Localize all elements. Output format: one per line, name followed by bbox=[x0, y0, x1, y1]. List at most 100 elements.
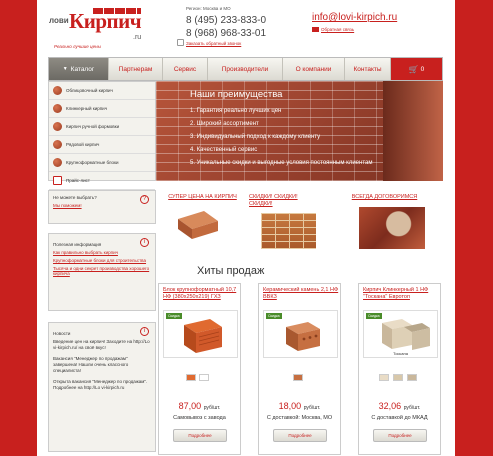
logo-kirpich: Кирпич bbox=[69, 9, 142, 33]
product-image[interactable]: Скидка bbox=[163, 310, 238, 358]
product-label: Тоскана bbox=[393, 351, 408, 356]
cart-button[interactable]: 🛒 0 bbox=[391, 58, 442, 80]
product-name-link[interactable]: Блок крупноформатный 10,7 НФ (380х250х21… bbox=[163, 287, 239, 301]
shipping-info: Самовывоз с завода bbox=[173, 415, 226, 421]
phone-2: 8 (968) 968-33-01 bbox=[186, 28, 267, 39]
brick-icon bbox=[53, 104, 62, 113]
news-title: Новости bbox=[53, 331, 71, 336]
product-name-link[interactable]: Керамический камень 2,1 НФ ВВКЗ bbox=[263, 287, 339, 301]
hits-title: Хиты продаж bbox=[197, 265, 265, 277]
help-title: Не можете выбрать? bbox=[53, 195, 97, 200]
email-link[interactable]: info@lovi-kirpich.ru bbox=[312, 12, 397, 23]
catalog-item-label: Облицовочный кирпич bbox=[66, 88, 113, 93]
product-card: Блок крупноформатный 10,7 НФ (380х250х21… bbox=[158, 283, 241, 455]
cart-count: 0 bbox=[420, 65, 425, 73]
catalog-item-facing[interactable]: Облицовочный кирпич bbox=[49, 82, 155, 100]
region-label[interactable]: Регион: Москва и МО bbox=[186, 6, 231, 11]
advantage-item: 5. Уникальные скидки и выгодные условия … bbox=[190, 160, 373, 166]
color-swatch[interactable] bbox=[293, 374, 303, 381]
price-unit: руб/шт. bbox=[203, 405, 221, 411]
brick-corner-image bbox=[383, 81, 443, 181]
price-value: 87,00 bbox=[178, 401, 202, 411]
brick-icon bbox=[53, 122, 62, 131]
price-unit: руб/шт. bbox=[403, 405, 421, 411]
info-title: Полезная информация bbox=[53, 242, 102, 247]
catalog-item-pricelist[interactable]: Прайс-лист bbox=[49, 172, 155, 190]
info-link[interactable]: Крупноформатные блоки для строительства bbox=[53, 258, 151, 263]
advantage-item: 3. Индивидуальный подход к каждому клиен… bbox=[190, 134, 321, 140]
color-swatch[interactable] bbox=[393, 374, 403, 381]
help-link[interactable]: Мы поможем! bbox=[53, 203, 151, 208]
document-icon bbox=[53, 176, 62, 185]
shipping-info: С доставкой: Москва, МО bbox=[266, 415, 333, 421]
cart-icon: 🛒 bbox=[408, 64, 419, 74]
tab-partners[interactable]: Партнерам bbox=[109, 58, 163, 80]
advantage-item: 2. Широкий ассортимент bbox=[190, 121, 259, 127]
tab-manufacturers[interactable]: Производители bbox=[208, 58, 283, 80]
news-item: Введение цен на кирпич! Заходите на http… bbox=[53, 339, 150, 350]
product-card: Кирпич Клинкерный 1 НФ "Тоскана" Евротоп… bbox=[358, 283, 441, 455]
tab-service[interactable]: Сервис bbox=[163, 58, 208, 80]
help-widget: Не можете выбрать? Мы поможем! ? bbox=[48, 190, 156, 224]
catalog-item-clinker[interactable]: Клинкерный кирпич bbox=[49, 100, 155, 118]
advantages-banner[interactable]: Наши преимущества 1. Гарантия реально лу… bbox=[156, 81, 443, 181]
site-logo[interactable]: лови Кирпич .ru Реально лучшие цены bbox=[49, 8, 144, 49]
product-card: Керамический камень 2,1 НФ ВВКЗ Скидка 1… bbox=[258, 283, 341, 455]
tab-catalog-label: Каталог bbox=[70, 65, 95, 73]
product-image[interactable]: Скидка bbox=[263, 310, 338, 358]
logo-slogan: Реально лучшие цены bbox=[54, 44, 101, 49]
news-item: Вакансия "Менеджер по продажам" завершен… bbox=[53, 356, 129, 373]
product-price: 18,00 руб/шт. bbox=[259, 401, 340, 411]
tab-about[interactable]: О компании bbox=[283, 58, 345, 80]
main-nav: ▼ Каталог Партнерам Сервис Производители… bbox=[48, 57, 443, 81]
catalog-item-handmade[interactable]: Кирпич ручной формовки bbox=[49, 118, 155, 136]
advantage-item: 4. Качественный сервис bbox=[190, 147, 258, 153]
promo-discounts[interactable]: СКИДКИ! СКИДКИ! СКИДКИ! bbox=[249, 194, 309, 208]
color-swatch[interactable] bbox=[379, 374, 389, 381]
shipping-info: С доставкой до МКАД bbox=[371, 415, 428, 421]
page: лови Кирпич .ru Реально лучшие цены Реги… bbox=[37, 0, 455, 456]
promo-handshake-image[interactable] bbox=[359, 207, 425, 249]
catalog-item-label: Кирпич ручной формовки bbox=[66, 124, 120, 129]
phone-1: 8 (495) 233-833-0 bbox=[186, 15, 267, 26]
catalog-item-ordinary[interactable]: Рядовой кирпич bbox=[49, 136, 155, 154]
catalog-item-label: Рядовой кирпич bbox=[66, 142, 100, 147]
product-name-link[interactable]: Кирпич Клинкерный 1 НФ "Тоскана" Евротоп bbox=[363, 287, 439, 301]
catalog-item-label: Клинкерный кирпич bbox=[66, 106, 108, 111]
more-button[interactable]: Подробнее bbox=[373, 429, 427, 442]
advantage-item: 1. Гарантия реально лучших цен bbox=[190, 108, 282, 114]
color-swatch[interactable] bbox=[407, 374, 417, 381]
info-link[interactable]: Как правильно выбрать кирпич bbox=[53, 250, 151, 255]
promo-deal[interactable]: ВСЕГДА ДОГОВОРИМСЯ bbox=[342, 194, 427, 201]
tab-catalog[interactable]: ▼ Каталог bbox=[49, 58, 109, 80]
logo-lovi: лови bbox=[49, 16, 69, 25]
question-icon[interactable]: ? bbox=[140, 195, 149, 204]
banner-title: Наши преимущества bbox=[190, 89, 283, 100]
promo-brick-image[interactable] bbox=[174, 207, 222, 241]
promo-wall-image[interactable] bbox=[261, 213, 316, 249]
logo-ru: .ru bbox=[133, 34, 142, 41]
phone-icon bbox=[177, 39, 184, 46]
catalog-item-label: Крупноформатные блоки bbox=[66, 160, 119, 165]
promo-super-price[interactable]: СУПЕР ЦЕНА НА КИРПИЧ bbox=[156, 194, 249, 201]
catalog-item-blocks[interactable]: Крупноформатные блоки bbox=[49, 154, 155, 172]
news-icon: i bbox=[140, 327, 149, 336]
info-link[interactable]: Тысяча и одни секрет производства хороше… bbox=[53, 266, 151, 276]
catalog-item-label: Прайс-лист bbox=[66, 178, 90, 183]
info-widget: Полезная информация Как правильно выбрат… bbox=[48, 233, 156, 311]
product-image[interactable]: Скидка Тоскана bbox=[363, 310, 438, 358]
brick-icon bbox=[53, 158, 62, 167]
more-button[interactable]: Подробнее bbox=[273, 429, 327, 442]
feedback-link[interactable]: Обратная связь bbox=[321, 27, 354, 32]
brick-icon bbox=[53, 140, 62, 149]
price-unit: руб/шт. bbox=[303, 405, 321, 411]
color-swatch[interactable] bbox=[199, 374, 209, 381]
info-icon: i bbox=[140, 238, 149, 247]
advantages-list: 1. Гарантия реально лучших цен 2. Широки… bbox=[190, 105, 372, 170]
news-widget: Новости Введение цен на кирпич! Заходите… bbox=[48, 322, 156, 452]
more-button[interactable]: Подробнее bbox=[173, 429, 227, 442]
callback-link[interactable]: Заказать обратный звонок bbox=[186, 41, 241, 46]
tab-contacts[interactable]: Контакты bbox=[345, 58, 391, 80]
envelope-icon bbox=[312, 27, 319, 32]
color-swatch[interactable] bbox=[186, 374, 196, 381]
